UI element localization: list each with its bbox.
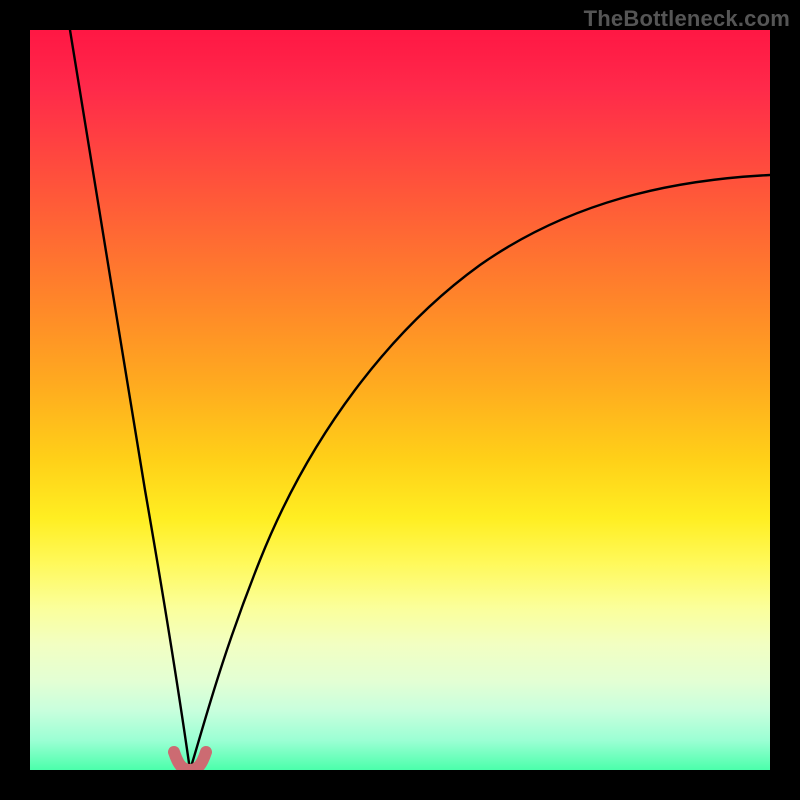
right-curve: [190, 175, 770, 770]
watermark-text: TheBottleneck.com: [584, 6, 790, 32]
chart-frame: TheBottleneck.com: [0, 0, 800, 800]
left-curve: [70, 30, 190, 770]
optimal-marker: [174, 752, 206, 770]
curve-layer: [30, 30, 770, 770]
plot-area: [30, 30, 770, 770]
